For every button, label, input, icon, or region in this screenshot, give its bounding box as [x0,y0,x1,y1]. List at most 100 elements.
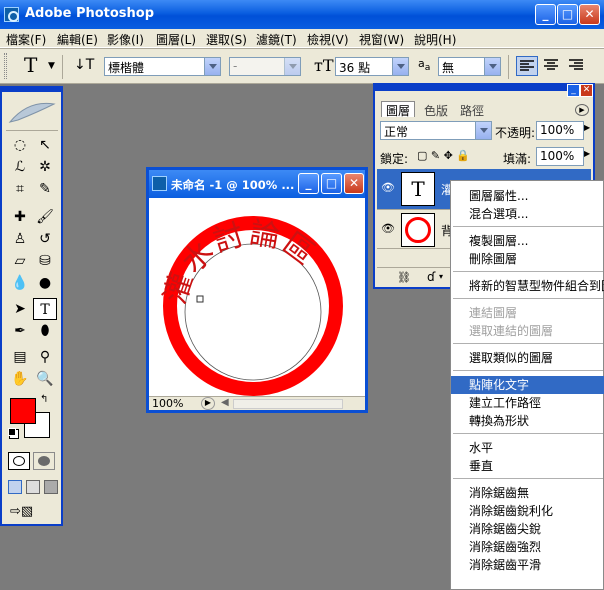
panel-menu-icon[interactable]: ▶ [575,104,589,116]
doc-maximize-button[interactable]: □ [321,173,342,194]
standard-mode-button[interactable] [8,452,30,470]
chevron-down-icon[interactable] [392,58,408,75]
menu-horizontal[interactable]: 水平 [451,439,604,457]
dodge-tool-icon[interactable]: ● [33,272,57,294]
hand-tool-icon[interactable]: ✋ [8,368,32,390]
fill-input[interactable]: 100% [536,147,584,166]
paint-bucket-tool-icon[interactable]: ⛁ [33,250,57,272]
tab-paths[interactable]: 路徑 [455,102,489,118]
link-layers-icon[interactable]: ⛓ [397,271,411,284]
clone-stamp-tool-icon[interactable]: ♙ [8,228,32,250]
menu-anti-alias-smooth[interactable]: 消除鋸齒平滑 [451,556,604,574]
brush-tool-icon[interactable]: 🖌 [33,206,57,228]
history-brush-tool-icon[interactable]: ↺ [33,228,57,250]
layer-style-icon[interactable]: ɗ [427,270,435,284]
align-left-button[interactable] [516,56,538,76]
doc-minimize-button[interactable]: _ [298,173,319,194]
align-right-button[interactable] [566,56,588,76]
menu-layer[interactable]: 圖層(L) [156,31,196,48]
chevron-down-icon[interactable] [484,58,500,75]
foreground-color-swatch-front[interactable] [10,398,36,424]
jump-to-imageready-icon[interactable]: ⇨▧ [10,504,54,522]
crop-tool-icon[interactable]: ⌗ [8,178,32,200]
zoom-level[interactable]: 100% [152,397,183,410]
font-size-select[interactable]: 36 點 [335,57,409,76]
text-orientation-icon[interactable]: ↓T [74,57,94,73]
menu-duplicate-layer[interactable]: 複製圖層... [451,232,604,250]
pen-tool-icon[interactable]: ✒ [8,320,32,342]
screen-mode-full-menu-icon[interactable] [26,480,40,494]
chevron-right-icon[interactable]: ▶ [584,149,590,158]
type-tool-icon[interactable]: T [33,298,57,320]
menu-blending-options[interactable]: 混合選項... [451,205,604,223]
menu-help[interactable]: 說明(H) [414,31,456,48]
menu-anti-alias-none[interactable]: 消除鋸齒無 [451,484,604,502]
menu-view[interactable]: 檢視(V) [307,31,349,48]
tab-channels[interactable]: 色版 [419,102,453,118]
eyedropper-tool-icon[interactable]: ⚲ [33,346,57,368]
minimize-button[interactable]: _ [535,4,556,25]
move-tool-icon[interactable]: ↖ [33,134,57,156]
lasso-tool-icon[interactable]: ℒ [8,156,32,178]
ellipse-tool-icon[interactable]: ⬮ [33,320,57,342]
menu-layer-properties[interactable]: 圖層屬性... [451,187,604,205]
marquee-tool-icon[interactable]: ◌ [8,134,32,156]
menu-window[interactable]: 視窗(W) [359,31,404,48]
screen-mode-standard-icon[interactable] [8,480,22,494]
menu-anti-alias-sharp[interactable]: 消除鋸齒銳利化 [451,502,604,520]
font-family-select[interactable]: 標楷體 [104,57,221,76]
swap-colors-icon[interactable]: ↰ [40,394,48,405]
align-center-button[interactable] [541,56,563,76]
menu-vertical[interactable]: 垂直 [451,457,604,475]
eye-icon[interactable]: 👁 [381,181,395,194]
chevron-down-icon[interactable]: ▼ [48,61,55,71]
canvas[interactable]: 灌水討論區 [149,198,365,396]
status-menu-icon[interactable]: ▶ [201,397,215,410]
default-colors-icon[interactable] [8,428,16,436]
horizontal-scrollbar[interactable] [233,399,343,409]
path-anchor-handle[interactable] [196,295,204,303]
menu-group-smart-object[interactable]: 將新的智慧型物件組合到圖 [451,277,604,295]
blend-mode-select[interactable]: 正常 [380,121,492,140]
screen-mode-full-icon[interactable] [44,480,58,494]
menu-create-work-path[interactable]: 建立工作路徑 [451,394,604,412]
healing-brush-tool-icon[interactable]: ✚ [8,206,32,228]
panel-grip[interactable] [375,85,593,91]
panel-minimize-button[interactable]: _ [567,84,580,97]
chevron-down-icon[interactable]: ▾ [439,272,443,281]
menu-filter[interactable]: 濾鏡(T) [256,31,297,48]
eraser-tool-icon[interactable]: ▱ [8,250,32,272]
slice-tool-icon[interactable]: ✎ [33,178,57,200]
anti-alias-select[interactable]: 無 [438,57,501,76]
magic-wand-tool-icon[interactable]: ✲ [33,156,57,178]
menu-convert-to-shape[interactable]: 轉換為形狀 [451,412,604,430]
notes-tool-icon[interactable]: ▤ [8,346,32,368]
menu-select[interactable]: 選取(S) [206,31,247,48]
blur-tool-icon[interactable]: 💧 [8,272,32,294]
doc-close-button[interactable]: ✕ [344,173,364,194]
menu-delete-layer[interactable]: 刪除圖層 [451,250,604,268]
maximize-button[interactable]: □ [557,4,578,25]
menu-rasterize-type[interactable]: 點陣化文字 [451,376,604,394]
eye-icon[interactable]: 👁 [381,222,395,235]
lock-icons[interactable]: ▢ ✎ ✥ 🔒 [417,149,470,162]
opacity-input[interactable]: 100% [536,121,584,140]
chevron-down-icon[interactable] [204,58,220,75]
menu-edit[interactable]: 編輯(E) [57,31,98,48]
chevron-right-icon[interactable]: ▶ [584,123,590,132]
menu-anti-alias-crisp[interactable]: 消除鋸齒尖銳 [451,520,604,538]
font-style-select[interactable]: - [229,57,301,76]
menu-image[interactable]: 影像(I) [107,31,144,48]
panel-close-button[interactable]: ✕ [580,84,593,97]
tab-layers[interactable]: 圖層 [381,101,415,118]
close-button[interactable]: ✕ [579,4,600,25]
menu-file[interactable]: 檔案(F) [6,31,46,48]
zoom-tool-icon[interactable]: 🔍 [33,368,57,390]
chevron-down-icon[interactable] [475,122,491,139]
type-tool-preset-icon[interactable]: T [24,53,37,77]
menu-anti-alias-strong[interactable]: 消除鋸齒強烈 [451,538,604,556]
menu-select-similar-layers[interactable]: 選取類似的圖層 [451,349,604,367]
quick-mask-button[interactable] [33,452,55,470]
path-selection-tool-icon[interactable]: ➤ [8,298,32,320]
scroll-left-icon[interactable]: ◀ [221,397,229,408]
